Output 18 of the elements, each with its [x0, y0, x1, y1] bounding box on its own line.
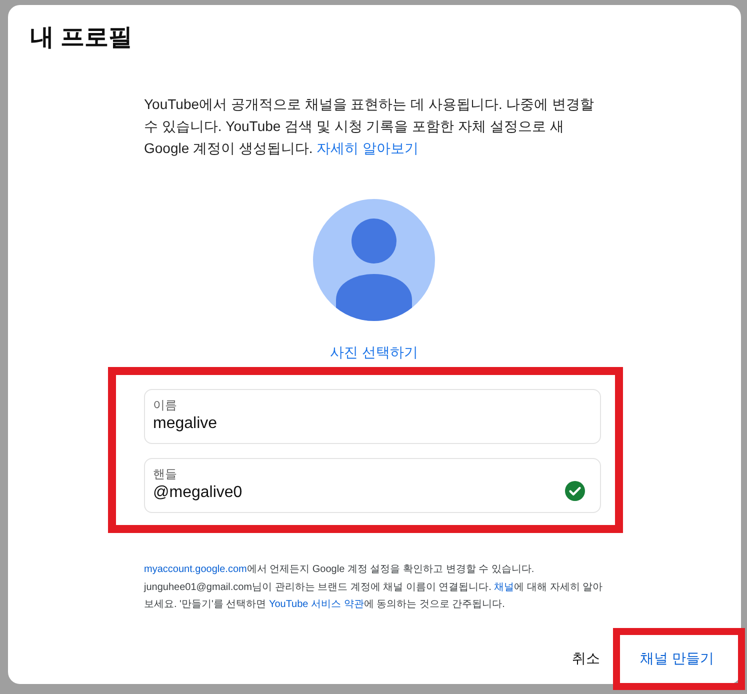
text-link[interactable]: YouTube 서비스 약관: [268, 599, 364, 610]
notice-text: junguhee01@gmail.com님이 관리하는 브랜드 계정에 채널 이름이 연결됩니다. 채널에 대해 자세히 알아보세요. '만들기'를 선택하면 YouTube 서비스 약관에 동의하는 것으로 간주됩니다.: [144, 580, 604, 612]
text-link[interactable]: 자세히 알아보기: [316, 140, 419, 156]
text-link[interactable]: myaccount.google.com: [144, 564, 247, 575]
field-label: 이름: [153, 397, 177, 413]
create-channel-button[interactable]: 채널 만들기: [628, 642, 726, 676]
text-field[interactable]: 핸들 @megalive0: [144, 458, 601, 513]
person-silhouette-icon: [313, 199, 435, 321]
field-value: @megalive0: [153, 483, 242, 503]
text-field[interactable]: 이름 megalive: [144, 389, 601, 444]
description-text: YouTube에서 공개적으로 채널을 표현하는 데 사용됩니다. 나중에 변경할 수 있습니다. YouTube 검색 및 시청 기록을 포함한 자체 설정으로 새 Google 계정이 생성됩니다. 자세히 알아보기: [144, 95, 596, 158]
field-value: megalive: [153, 414, 218, 434]
text-link[interactable]: 채널: [494, 582, 514, 592]
field-label: 핸들: [153, 466, 177, 482]
cancel-button[interactable]: 취소: [560, 642, 612, 676]
notice-text: myaccount.google.com에서 언제든지 Google 계정 설정을 확인하고 변경할 수 있습니다.: [144, 563, 536, 577]
choose-photo-link[interactable]: 사진 선택하기: [330, 344, 418, 360]
dialog-title: 내 프로필: [29, 23, 134, 52]
